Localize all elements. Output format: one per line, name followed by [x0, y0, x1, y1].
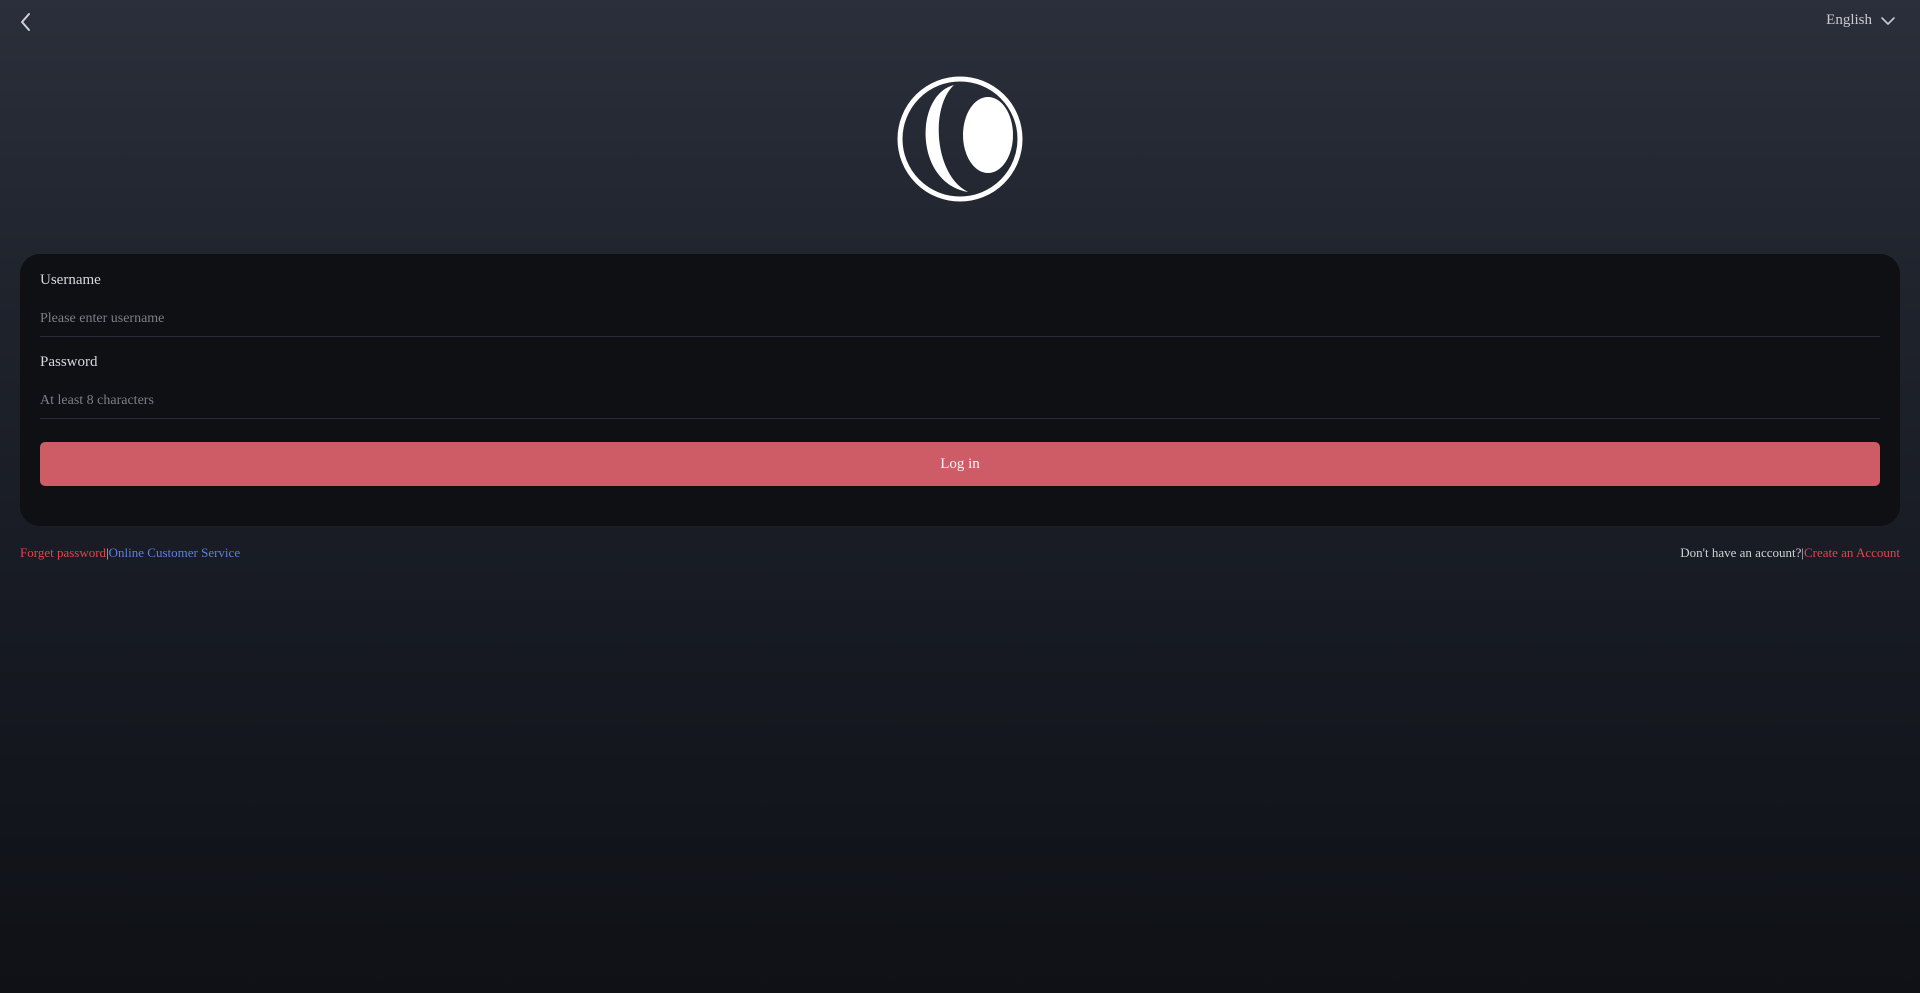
chevron-left-icon [21, 13, 30, 31]
password-field-wrapper [40, 384, 1880, 419]
chevron-down-icon [1881, 16, 1895, 25]
create-account-link[interactable]: Create an Account [1804, 545, 1900, 560]
login-card: Username Password Log in [20, 254, 1900, 526]
footer-right-links: Don't have an account?|Create an Account [1680, 545, 1900, 561]
top-bar: English [0, 0, 1920, 44]
forget-password-link[interactable]: Forget password [20, 545, 106, 560]
password-input[interactable] [40, 384, 1880, 418]
username-label: Username [40, 272, 101, 288]
customer-service-link[interactable]: Online Customer Service [109, 545, 240, 560]
no-account-text: Don't have an account? [1680, 545, 1802, 560]
password-label: Password [40, 354, 98, 370]
crescent-moon-logo-icon [897, 76, 1023, 202]
app-logo [896, 75, 1024, 203]
language-selector[interactable]: English [1826, 12, 1896, 29]
footer-left-links: Forget password|Online Customer Service [20, 545, 240, 561]
language-label: English [1826, 12, 1872, 28]
back-button[interactable] [14, 10, 38, 34]
username-input[interactable] [40, 302, 1880, 336]
username-field-wrapper [40, 302, 1880, 337]
login-button[interactable]: Log in [40, 442, 1880, 486]
